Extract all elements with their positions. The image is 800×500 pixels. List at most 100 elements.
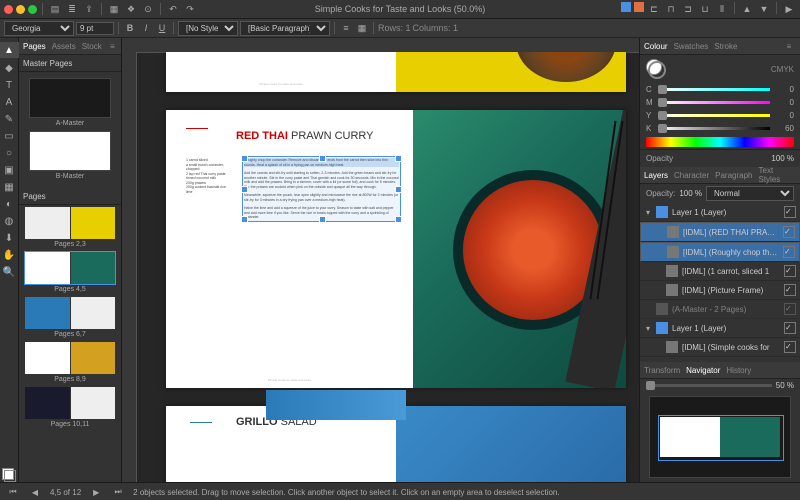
bold-icon[interactable]: B	[123, 21, 137, 35]
picture-frame-tool[interactable]: ▣	[2, 163, 16, 177]
tab-character[interactable]: Character	[674, 171, 709, 180]
tab-colour[interactable]: Colour	[644, 42, 668, 51]
visibility-checkbox[interactable]: ✓	[783, 246, 795, 258]
minimize-window-button[interactable]	[16, 5, 25, 14]
list-icon[interactable]: ≡	[339, 21, 353, 35]
distribute-icon[interactable]: ⫴	[715, 2, 729, 16]
shape-icon[interactable]	[634, 2, 644, 12]
disclosure-icon[interactable]	[654, 264, 662, 278]
text-tool[interactable]: T	[2, 78, 16, 92]
node-tool[interactable]: ◆	[2, 61, 16, 75]
place-tool[interactable]: ⬇	[2, 231, 16, 245]
font-family-select[interactable]: Georgia	[4, 21, 74, 36]
layer-row[interactable]: [IDML] (Picture Frame)✓	[640, 281, 800, 300]
visibility-checkbox[interactable]: ✓	[784, 341, 796, 353]
spread-6-7[interactable]	[25, 297, 115, 329]
transparency-tool[interactable]: ◍	[2, 214, 16, 228]
fill-tool[interactable]: ◐	[2, 197, 16, 211]
page-indicator[interactable]: 4,5 of 12	[50, 488, 81, 497]
layer-row[interactable]: ▾Layer 1 (Layer)✓	[640, 203, 800, 222]
visibility-checkbox[interactable]: ✓	[784, 303, 796, 315]
table-tool[interactable]: ▦	[2, 180, 16, 194]
canvas[interactable]: Simple cooks for taste and looks RED THA…	[122, 38, 639, 482]
align-top-icon[interactable]: ⊔	[698, 2, 712, 16]
layers-icon[interactable]: ≣	[65, 2, 79, 16]
char-style-select[interactable]: [No Style]	[178, 21, 238, 36]
artistic-text-tool[interactable]: A	[2, 95, 16, 109]
tab-paragraph[interactable]: Paragraph	[715, 171, 752, 180]
colour-mode[interactable]: CMYK	[771, 65, 794, 74]
tab-history[interactable]: History	[726, 366, 751, 375]
spread-4-5[interactable]	[25, 252, 115, 284]
visibility-checkbox[interactable]: ✓	[784, 206, 796, 218]
para-style-select[interactable]: [Basic Paragraph]	[240, 21, 330, 36]
tab-swatches[interactable]: Swatches	[674, 42, 709, 51]
layer-opacity-value[interactable]: 100 %	[679, 189, 702, 198]
panel-menu-icon[interactable]: ≡	[782, 39, 796, 53]
cyan-slider[interactable]	[658, 88, 770, 91]
magenta-slider[interactable]	[658, 101, 770, 104]
preview-icon[interactable]: ▶	[782, 2, 796, 16]
front-icon[interactable]: ▲	[740, 2, 754, 16]
master-b-thumb[interactable]	[29, 131, 111, 171]
disclosure-icon[interactable]	[655, 225, 663, 239]
file-icon[interactable]: ▤	[48, 2, 62, 16]
visibility-checkbox[interactable]: ✓	[783, 226, 795, 238]
tab-stock[interactable]: Stock	[82, 42, 102, 51]
prev-page-icon[interactable]: ◀	[28, 485, 42, 499]
master-a-thumb[interactable]	[29, 78, 111, 118]
stroke-swatch[interactable]	[4, 470, 16, 482]
align-left-icon[interactable]: ⊏	[647, 2, 661, 16]
move-tool[interactable]: ▲	[0, 42, 19, 58]
disclosure-icon[interactable]	[644, 302, 652, 316]
visibility-checkbox[interactable]: ✓	[784, 322, 796, 334]
zoom-value[interactable]: 50 %	[776, 381, 794, 390]
layer-row[interactable]: (A-Master - 2 Pages)✓	[640, 300, 800, 319]
tab-pages[interactable]: Pages	[23, 42, 46, 51]
tab-layers[interactable]: Layers	[644, 171, 668, 180]
align-center-icon[interactable]: ⊓	[664, 2, 678, 16]
zoom-slider[interactable]	[646, 384, 772, 387]
magnet-icon[interactable]: ⊙	[141, 2, 155, 16]
italic-icon[interactable]: I	[139, 21, 153, 35]
body-text-frame[interactable]: Roughly chop the coriander. Remove and d…	[244, 158, 399, 220]
disclosure-icon[interactable]	[654, 340, 662, 354]
navigator-thumbnail[interactable]	[649, 396, 791, 478]
tab-navigator[interactable]: Navigator	[686, 366, 720, 375]
font-size-input[interactable]	[76, 22, 114, 35]
tab-text-styles[interactable]: Text Styles	[759, 166, 797, 184]
pen-tool[interactable]: ✎	[2, 112, 16, 126]
layer-row[interactable]: [IDML] (Roughly chop the c✓	[640, 242, 800, 262]
spectrum-bar[interactable]	[646, 137, 794, 147]
spread-8-9[interactable]	[25, 342, 115, 374]
maximize-window-button[interactable]	[28, 5, 37, 14]
first-page-icon[interactable]: ⏮	[6, 485, 20, 499]
disclosure-icon[interactable]	[654, 283, 662, 297]
next-page-icon[interactable]: ▶	[89, 485, 103, 499]
layer-row[interactable]: ▾Layer 1 (Layer)✓	[640, 319, 800, 338]
black-slider[interactable]: .slider:nth-of-type(1)::after{left:0}	[658, 127, 770, 130]
rect-tool[interactable]: ▭	[2, 129, 16, 143]
disclosure-icon[interactable]: ▾	[644, 205, 652, 219]
hand-tool[interactable]: ✋	[2, 248, 16, 262]
stroke-colour[interactable]	[648, 61, 666, 79]
zoom-tool[interactable]: 🔍	[2, 265, 16, 279]
ellipse-tool[interactable]: ○	[2, 146, 16, 160]
align-right-icon[interactable]: ⊐	[681, 2, 695, 16]
last-page-icon[interactable]: ⏭	[111, 485, 125, 499]
layer-row[interactable]: [IDML] (Simple cooks for✓	[640, 338, 800, 357]
undo-icon[interactable]: ↶	[166, 2, 180, 16]
redo-icon[interactable]: ↷	[183, 2, 197, 16]
blend-mode-select[interactable]: Normal	[706, 186, 794, 201]
yellow-slider[interactable]	[658, 114, 770, 117]
export-icon[interactable]: ⇪	[82, 2, 96, 16]
tab-transform[interactable]: Transform	[644, 366, 680, 375]
visibility-checkbox[interactable]: ✓	[784, 265, 796, 277]
disclosure-icon[interactable]: ▾	[644, 321, 652, 335]
opacity-value[interactable]: 100 %	[771, 154, 794, 163]
back-icon[interactable]: ▼	[757, 2, 771, 16]
layer-row[interactable]: [IDML] (1 carrot, sliced 1✓	[640, 262, 800, 281]
close-window-button[interactable]	[4, 5, 13, 14]
panel-menu-icon[interactable]: ≡	[108, 39, 117, 53]
spread-2-3[interactable]	[25, 207, 115, 239]
